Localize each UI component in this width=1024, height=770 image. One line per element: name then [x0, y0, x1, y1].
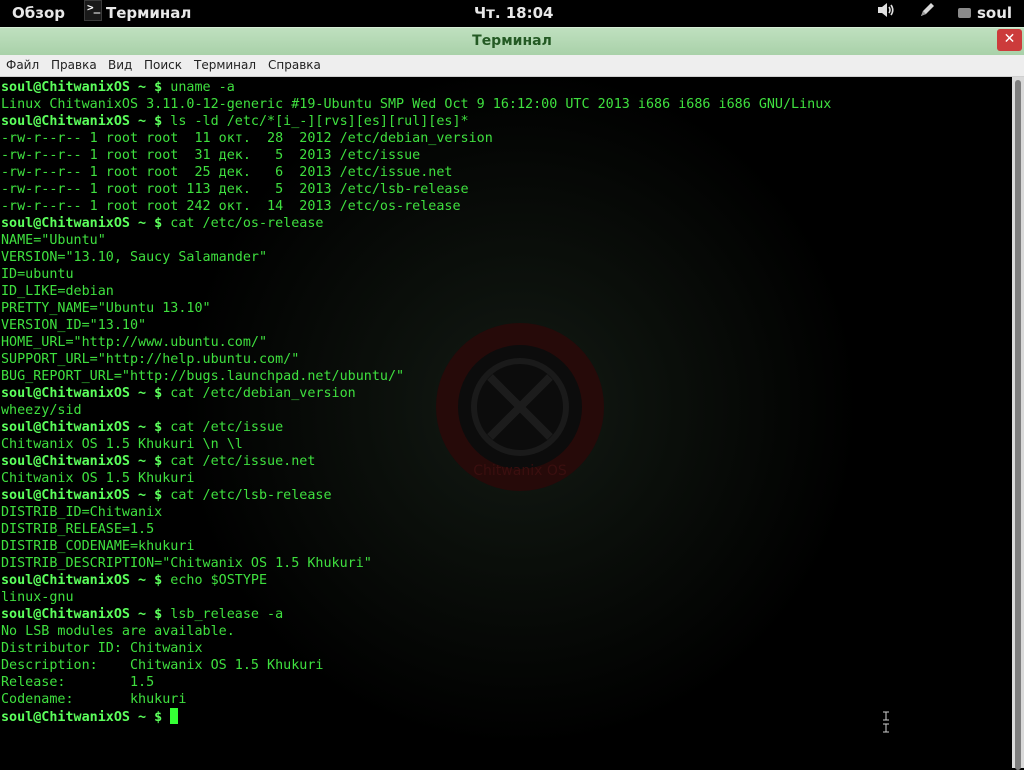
menu-terminal[interactable]: Терминал: [194, 58, 256, 72]
text-cursor-icon: [883, 711, 889, 733]
command-line: soul@ChitwanixOS ~ $ cat /etc/issue: [1, 419, 831, 436]
shell-prompt: soul@ChitwanixOS ~ $: [1, 607, 163, 622]
command-line: soul@ChitwanixOS ~ $ cat /etc/lsb-releas…: [1, 487, 831, 504]
output-line: No LSB modules are available.: [1, 624, 235, 639]
command-text: [162, 710, 170, 725]
command-text: cat /etc/issue: [162, 420, 284, 435]
output-line: Chitwanix OS 1.5 Khukuri: [1, 471, 195, 486]
shell-prompt: soul@ChitwanixOS ~ $: [1, 488, 163, 503]
output-line: -rw-r--r-- 1 root root 11 окт. 28 2012 /…: [1, 131, 493, 146]
window-title: Терминал: [472, 33, 552, 49]
output-line: wheezy/sid: [1, 403, 82, 418]
shell-prompt: soul@ChitwanixOS ~ $: [1, 710, 163, 725]
shell-prompt: soul@ChitwanixOS ~ $: [1, 420, 163, 435]
scrollbar[interactable]: [1012, 77, 1024, 770]
output-line: SUPPORT_URL="http://help.ubuntu.com/": [1, 352, 300, 367]
output-line: -rw-r--r-- 1 root root 31 дек. 5 2013 /e…: [1, 148, 421, 163]
output-line: DISTRIB_CODENAME=khukuri: [1, 539, 195, 554]
app-menu-label: Терминал: [106, 4, 192, 22]
activities-button[interactable]: Обзор: [12, 0, 65, 27]
menu-search[interactable]: Поиск: [144, 58, 182, 72]
terminal-icon: >_: [84, 0, 102, 21]
scroll-thumb[interactable]: [1015, 80, 1021, 770]
close-button[interactable]: ✕: [997, 29, 1022, 51]
output-line: Chitwanix OS 1.5 Khukuri \n \l: [1, 437, 243, 452]
output-line: Description: Chitwanix OS 1.5 Khukuri: [1, 658, 324, 673]
menu-edit[interactable]: Правка: [51, 58, 97, 72]
window-titlebar[interactable]: Терминал ✕: [0, 27, 1024, 55]
output-line: HOME_URL="http://www.ubuntu.com/": [1, 335, 268, 350]
close-icon: ✕: [1003, 31, 1016, 47]
user-menu[interactable]: soul: [958, 0, 1012, 27]
command-text: cat /etc/lsb-release: [162, 488, 332, 503]
output-line: -rw-r--r-- 1 root root 242 окт. 14 2013 …: [1, 199, 461, 214]
shell-prompt: soul@ChitwanixOS ~ $: [1, 573, 163, 588]
menu-help[interactable]: Справка: [268, 58, 321, 72]
output-line: ID=ubuntu: [1, 267, 74, 282]
output-line: -rw-r--r-- 1 root root 25 дек. 6 2013 /e…: [1, 165, 453, 180]
terminal-cursor: [170, 708, 179, 724]
pen-icon[interactable]: [919, 0, 935, 27]
shell-prompt: soul@ChitwanixOS ~ $: [1, 114, 163, 129]
command-line: soul@ChitwanixOS ~ $ lsb_release -a: [1, 606, 831, 623]
output-line: Codename: khukuri: [1, 692, 187, 707]
volume-icon[interactable]: [877, 0, 895, 27]
command-text: cat /etc/debian_version: [162, 386, 356, 401]
top-bar: Обзор >_ Терминал Чт. 18:04 soul: [0, 0, 1024, 27]
output-line: VERSION_ID="13.10": [1, 318, 147, 333]
terminal-output: soul@ChitwanixOS ~ $ uname -a Linux Chitw…: [1, 79, 831, 725]
output-line: Release: 1.5: [1, 675, 155, 690]
menu-bar: Файл Правка Вид Поиск Терминал Справка: [0, 55, 1024, 77]
command-line: soul@ChitwanixOS ~ $ cat /etc/debian_ver…: [1, 385, 831, 402]
clock[interactable]: Чт. 18:04: [474, 0, 553, 27]
output-line: Distributor ID: Chitwanix: [1, 641, 203, 656]
shell-prompt: soul@ChitwanixOS ~ $: [1, 454, 163, 469]
command-text: cat /etc/os-release: [162, 216, 324, 231]
command-text: ls -ld /etc/*[i_-][rvs][es][rul][es]*: [162, 114, 469, 129]
command-line: soul@ChitwanixOS ~ $ uname -a: [1, 79, 831, 96]
output-line: VERSION="13.10, Saucy Salamander": [1, 250, 268, 265]
chat-icon: [958, 7, 971, 18]
output-line: DISTRIB_DESCRIPTION="Chitwanix OS 1.5 Kh…: [1, 556, 372, 571]
shell-prompt: soul@ChitwanixOS ~ $: [1, 386, 163, 401]
output-line: ID_LIKE=debian: [1, 284, 114, 299]
shell-prompt: soul@ChitwanixOS ~ $: [1, 216, 163, 231]
output-line: NAME="Ubuntu": [1, 233, 106, 248]
output-line: Linux ChitwanixOS 3.11.0-12-generic #19-…: [1, 97, 832, 112]
menu-file[interactable]: Файл: [6, 58, 39, 72]
output-line: -rw-r--r-- 1 root root 113 дек. 5 2013 /…: [1, 182, 469, 197]
command-text: echo $OSTYPE: [162, 573, 268, 588]
command-text: uname -a: [162, 80, 235, 95]
output-line: DISTRIB_ID=Chitwanix: [1, 505, 163, 520]
command-line: soul@ChitwanixOS ~ $ ls -ld /etc/*[i_-][…: [1, 113, 831, 130]
command-line: soul@ChitwanixOS ~ $ echo $OSTYPE: [1, 572, 831, 589]
output-line: BUG_REPORT_URL="http://bugs.launchpad.ne…: [1, 369, 405, 384]
command-line: soul@ChitwanixOS ~ $: [1, 708, 831, 725]
command-line: soul@ChitwanixOS ~ $ cat /etc/os-release: [1, 215, 831, 232]
command-line: soul@ChitwanixOS ~ $ cat /etc/issue.net: [1, 453, 831, 470]
output-line: linux-gnu: [1, 590, 74, 605]
output-line: DISTRIB_RELEASE=1.5: [1, 522, 155, 537]
user-name: soul: [977, 4, 1013, 22]
terminal-window: Терминал ✕ Файл Правка Вид Поиск Термина…: [0, 27, 1024, 770]
terminal-area[interactable]: Chitwanix OS soul@ChitwanixOS ~ $ uname …: [0, 77, 1012, 768]
command-text: cat /etc/issue.net: [162, 454, 316, 469]
command-text: lsb_release -a: [162, 607, 284, 622]
output-line: PRETTY_NAME="Ubuntu 13.10": [1, 301, 211, 316]
shell-prompt: soul@ChitwanixOS ~ $: [1, 80, 163, 95]
menu-view[interactable]: Вид: [108, 58, 132, 72]
